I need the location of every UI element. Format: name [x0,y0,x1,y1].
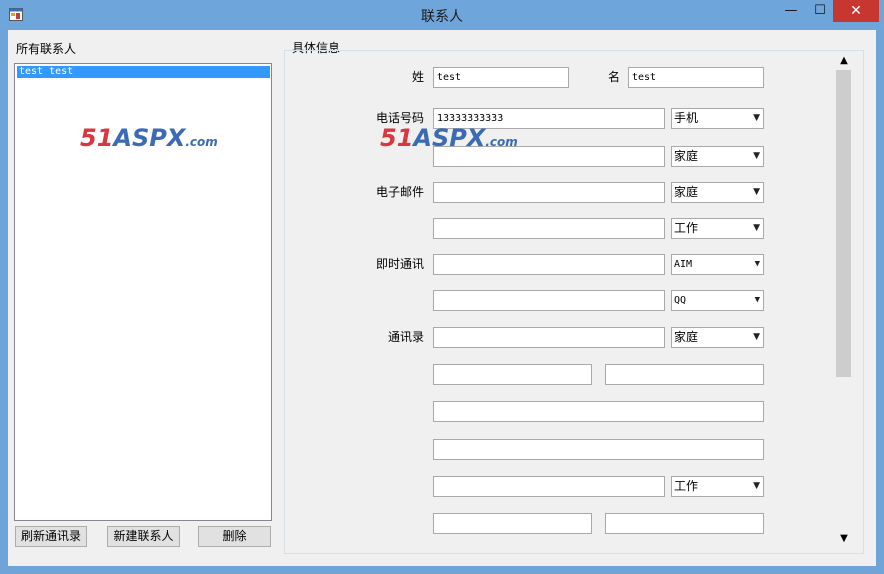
im-type-select-2[interactable]: QQ ▼ [671,290,764,311]
phone-type-1-value: 手机 [674,111,699,125]
chevron-down-icon: ▼ [753,113,760,123]
im-type-1-value: AIM [674,259,693,270]
email-type-1-value: 家庭 [674,185,699,199]
address-type-1-value: 家庭 [674,330,699,344]
last-name-input[interactable]: test [433,67,569,88]
window-client-area: 所有联系人 test test 51ASPX.com 刷新通讯录 新建联系人 删… [8,30,876,566]
im-input-2[interactable] [433,290,665,311]
chevron-down-icon: ▼ [753,187,760,197]
new-contact-button[interactable]: 新建联系人 [107,526,180,547]
chevron-down-icon: ▼ [753,223,760,233]
chevron-down-icon: ▼ [754,259,760,269]
last-name-label: 姓 [411,70,424,84]
chevron-down-icon: ▼ [753,332,760,342]
address-input-2a[interactable] [433,364,592,385]
phone-input-2[interactable] [433,146,665,167]
address-input-4[interactable] [433,439,764,460]
watermark-brand: ASPX [113,124,186,152]
maximize-button[interactable]: ☐ [807,0,833,22]
phone-type-select-1[interactable]: 手机 ▼ [671,108,764,129]
watermark-num-2: 51 [380,124,414,152]
close-button[interactable]: ✕ [833,0,879,22]
first-name-label: 名 [607,70,620,84]
address-input-6a[interactable] [433,513,592,534]
scroll-thumb[interactable] [836,70,851,377]
chevron-down-icon: ▼ [753,481,760,491]
delete-contact-button[interactable]: 删除 [198,526,271,547]
window-title: 联系人 [421,9,463,25]
phone-type-select-2[interactable]: 家庭 ▼ [671,146,764,167]
email-label: 电子邮件 [375,185,424,199]
contact-list-item[interactable]: test test [17,66,270,78]
chevron-down-icon: ▼ [754,295,760,305]
address-input-3[interactable] [433,401,764,422]
email-type-select-1[interactable]: 家庭 ▼ [671,182,764,203]
refresh-contacts-button[interactable]: 刷新通讯录 [15,526,87,547]
address-type-5-value: 工作 [674,479,699,493]
im-input-1[interactable] [433,254,665,275]
contacts-group-label: 所有联系人 [16,42,77,56]
address-type-select-5[interactable]: 工作 ▼ [671,476,764,497]
address-type-select-1[interactable]: 家庭 ▼ [671,327,764,348]
title-bar: 联系人 — ☐ ✕ [0,0,884,30]
scroll-down-icon[interactable]: ▼ [834,531,854,547]
minimize-button[interactable]: — [775,0,807,22]
address-input-6b[interactable] [605,513,764,534]
watermark-num: 51 [80,124,114,152]
phone-type-2-value: 家庭 [674,149,699,163]
address-input-2b[interactable] [605,364,764,385]
im-label: 即时通讯 [375,257,424,271]
email-input-2[interactable] [433,218,665,239]
vertical-scrollbar[interactable]: ▲ ▼ [834,53,854,553]
first-name-input[interactable]: test [628,67,764,88]
email-type-2-value: 工作 [674,221,699,235]
address-input-1[interactable] [433,327,665,348]
im-type-select-1[interactable]: AIM ▼ [671,254,764,275]
watermark-suffix: .com [185,135,218,149]
im-type-2-value: QQ [674,295,687,306]
chevron-down-icon: ▼ [753,151,760,161]
email-input-1[interactable] [433,182,665,203]
address-label: 通讯录 [387,330,424,344]
address-input-5[interactable] [433,476,665,497]
scroll-up-icon[interactable]: ▲ [834,53,854,69]
watermark-logo: 51ASPX.com [80,124,218,152]
email-type-select-2[interactable]: 工作 ▼ [671,218,764,239]
